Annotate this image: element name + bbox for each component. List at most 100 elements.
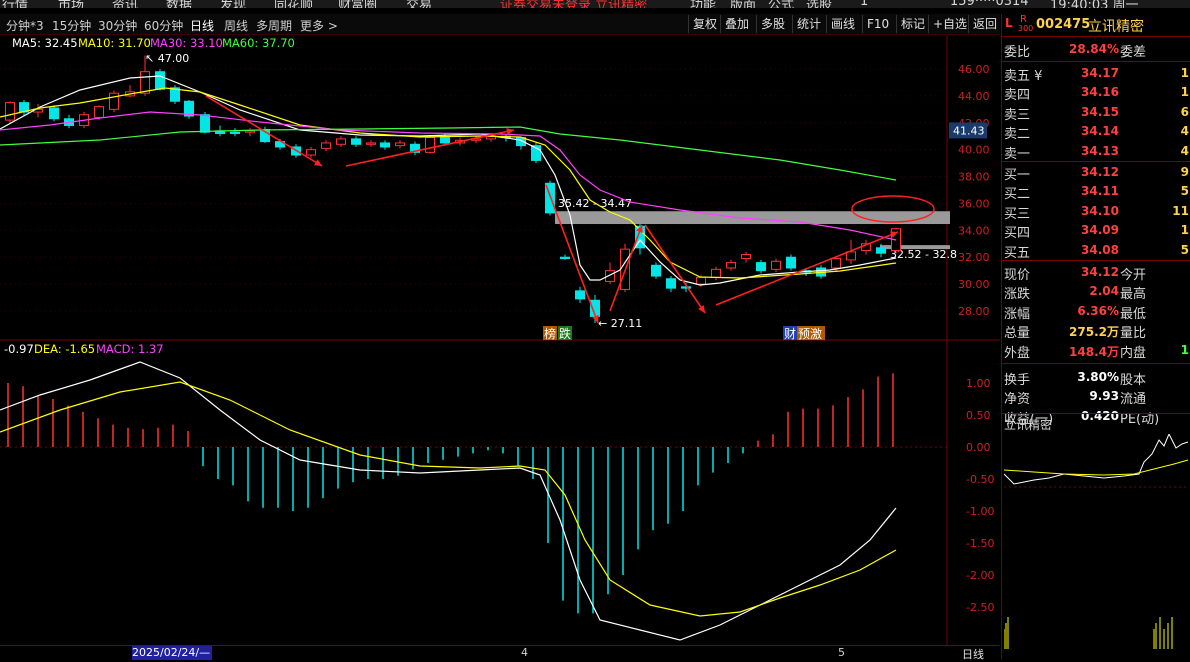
stat-row-1: 涨跌 2.04 最高 xyxy=(1002,282,1190,303)
timeframe-tab-5[interactable]: 周线 xyxy=(224,17,248,34)
top-menu-item-15[interactable]: 19:40:03 周一 xyxy=(1050,0,1139,8)
top-menu-item-11[interactable]: 公式 xyxy=(768,0,794,8)
macd-tick-label: 0.00 xyxy=(966,441,991,454)
top-menu-item-2[interactable]: 资讯 xyxy=(112,0,138,8)
macd-legend: -0.97 DEA: -1.65 MACD: 1.37 xyxy=(0,342,300,358)
candle-down xyxy=(560,256,570,260)
bid-volume: 5 xyxy=(1180,184,1189,199)
toolbar-button-6[interactable]: 标记 xyxy=(896,15,929,33)
kline-chart[interactable]: 46.0044.0042.0040.0038.0036.0034.0032.00… xyxy=(0,36,1000,645)
ask-price: 34.17 xyxy=(1081,66,1119,80)
candle-up xyxy=(245,130,255,133)
toolbar-button-1[interactable]: 叠加 xyxy=(720,15,753,33)
ask-label: 卖一 xyxy=(1004,146,1031,162)
timeframe-tab-2[interactable]: 30分钟 xyxy=(98,17,137,34)
top-menu-item-4[interactable]: 发现 xyxy=(220,0,246,8)
top-menu-item-5[interactable]: 同花顺 xyxy=(274,0,313,8)
top-menu-item-10[interactable]: 版面 xyxy=(730,0,756,8)
ma-legend: MA5: 32.45 MA10: 31.70 MA30: 33.10 MA60: 37… xyxy=(0,36,600,52)
stat-value: 6.36% xyxy=(1077,303,1119,318)
toolbar-button-2[interactable]: 多股 xyxy=(756,15,789,33)
stat-label: 涨跌 xyxy=(1004,287,1031,303)
ask-row-4[interactable]: 卖一 34.13 4 xyxy=(1002,142,1190,162)
top-menu-item-1[interactable]: 市场 xyxy=(58,0,84,8)
candle-up xyxy=(395,142,405,147)
ma-legend-item-3: MA60: 37.70 xyxy=(222,36,295,50)
sep-5 xyxy=(1002,362,1190,364)
candle-up xyxy=(336,138,346,145)
macd-tick-label: -2.50 xyxy=(966,601,994,614)
macd-legend-item-1: DEA: -1.65 xyxy=(34,342,96,356)
band-upper-label: 35.42 - 34.47 xyxy=(558,197,632,210)
candle-up xyxy=(140,71,150,94)
ask-row-0[interactable]: 卖五 ¥ 34.17 1 xyxy=(1002,64,1190,84)
bid-volume: 9 xyxy=(1180,165,1189,179)
timeframe-tab-7[interactable]: 更多 > xyxy=(300,17,338,34)
stat-value: 9.93 xyxy=(1089,389,1119,404)
toolbar-button-3[interactable]: 统计 xyxy=(792,15,825,33)
price-tick-label: 34.00 xyxy=(958,224,990,237)
toolbar-button-4[interactable]: 画线 xyxy=(826,15,859,33)
timeframe-tab-0[interactable]: 分钟*3 xyxy=(6,17,44,34)
ask-row-2[interactable]: 卖三 34.15 6 xyxy=(1002,103,1190,123)
toolbar-button-8[interactable]: 返回 xyxy=(968,15,1001,33)
stat-label-2: 今开 xyxy=(1120,268,1147,283)
date-month-5: 5 xyxy=(838,646,845,659)
toolbar-button-5[interactable]: F10 xyxy=(862,15,893,33)
ask-label: 卖三 xyxy=(1004,107,1031,123)
top-menu-item-14[interactable]: 159·····0314 xyxy=(950,0,1029,8)
sep-4 xyxy=(1002,260,1190,261)
price-tick-label: 38.00 xyxy=(958,171,990,184)
dif-line xyxy=(0,361,897,641)
candle-down xyxy=(49,107,59,120)
bid-row-3[interactable]: 买四 34.09 1 xyxy=(1002,221,1190,241)
top-menu-item-7[interactable]: 交易 xyxy=(406,0,432,8)
bid-row-1[interactable]: 买二 34.11 5 xyxy=(1002,182,1190,202)
timeframe-tab-6[interactable]: 多周期 xyxy=(256,17,292,34)
bid-price: 34.08 xyxy=(1081,242,1119,257)
ask-price: 34.16 xyxy=(1081,85,1119,100)
bid-row-4[interactable]: 买五 34.08 5 xyxy=(1002,241,1190,261)
bid-row-0[interactable]: 买一 34.12 9 xyxy=(1002,163,1190,183)
timeframe-tab-3[interactable]: 60分钟 xyxy=(144,17,183,34)
candle-up xyxy=(711,268,721,278)
candle-up xyxy=(771,260,781,270)
macd-tick-label: 1.00 xyxy=(966,377,991,390)
dea-line xyxy=(0,381,897,617)
ask-volume: 4 xyxy=(1180,143,1189,158)
timeframe-tab-4[interactable]: 日线 xyxy=(190,17,214,34)
stat-value: 3.80% xyxy=(1077,370,1119,384)
top-menu-item-3[interactable]: 数据 xyxy=(166,0,192,8)
ask-row-3[interactable]: 卖二 34.14 4 xyxy=(1002,122,1190,142)
top-menu-item-12[interactable]: 选股 xyxy=(806,0,832,8)
timeframe-tab-1[interactable]: 15分钟 xyxy=(52,17,91,34)
toolbar-button-7[interactable]: +自选 xyxy=(928,15,971,33)
bid-label: 买一 xyxy=(1004,168,1031,183)
mini-intraday-chart[interactable] xyxy=(1004,434,1189,649)
stat-label-2: 流通 xyxy=(1120,392,1147,408)
candle-down xyxy=(380,142,390,148)
top-menu-item-6[interactable]: 财富圈 xyxy=(338,0,377,8)
price-tick-label: 32.00 xyxy=(958,251,990,264)
weicha-label: 委差 xyxy=(1120,45,1147,60)
top-menu-item-0[interactable]: 行情 xyxy=(2,0,28,8)
bid-row-2[interactable]: 买三 34.10 11 xyxy=(1002,202,1190,222)
top-menu-bar: 行情 市场 资讯 数据 发现 同花顺 财富圈 交易 证券交易未登录 立讯精密 功能 版面 公式 选股 1 1… xyxy=(0,0,1190,8)
ask-volume: 6 xyxy=(1180,104,1189,119)
stat-label: 外盘 xyxy=(1004,345,1031,361)
stat-label-2: 股本 xyxy=(1120,373,1147,388)
top-menu-item-9[interactable]: 功能 xyxy=(690,0,716,8)
toolbar-button-0[interactable]: 复权 xyxy=(688,15,721,33)
stat-label-2: 量比 xyxy=(1120,326,1147,342)
bid-price: 34.12 xyxy=(1081,165,1119,179)
trend-arrow-6 xyxy=(715,231,899,306)
candle-up xyxy=(741,254,751,260)
ask-label: 卖四 xyxy=(1004,88,1031,104)
top-menu-item-8[interactable]: 证券交易未登录 立讯精密 xyxy=(500,0,647,8)
ask-volume: 1 xyxy=(1180,66,1189,80)
candle-down xyxy=(681,286,691,289)
waipan-right: 1 xyxy=(1180,342,1189,357)
event-tag-die-label: 跌 xyxy=(559,326,571,341)
ask-row-1[interactable]: 卖四 34.16 1 xyxy=(1002,83,1190,104)
top-menu-item-13[interactable]: 1 xyxy=(860,0,868,8)
